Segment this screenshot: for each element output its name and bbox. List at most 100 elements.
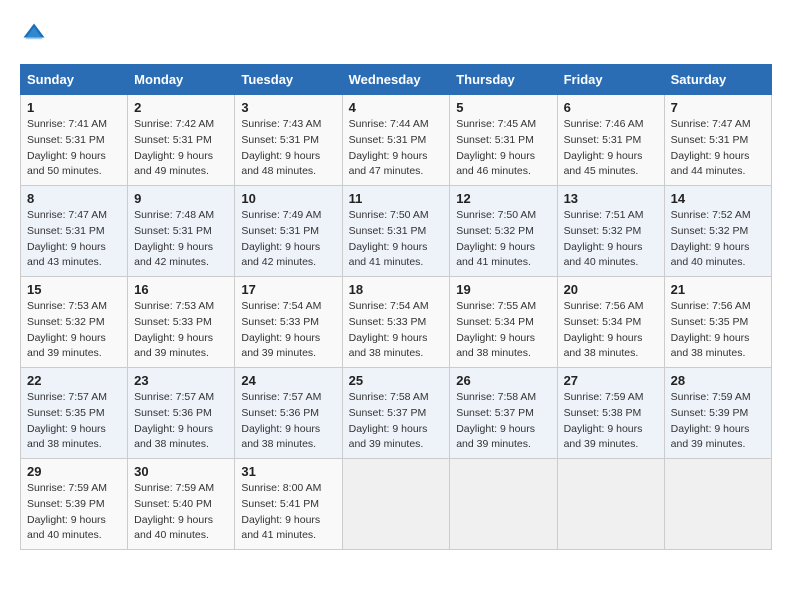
week-row-3: 15 Sunrise: 7:53 AMSunset: 5:32 PMDayligh… <box>21 277 772 368</box>
day-detail: Sunrise: 7:59 AMSunset: 5:40 PMDaylight:… <box>134 481 228 544</box>
day-number: 17 <box>241 282 335 297</box>
week-row-4: 22Sunrise: 7:57 AMSunset: 5:35 PMDayligh… <box>21 368 772 459</box>
calendar-cell <box>664 459 771 550</box>
day-detail: Sunrise: 7:57 AMSunset: 5:36 PMDaylight:… <box>241 390 335 453</box>
day-detail: Sunrise: 7:57 AMSunset: 5:36 PMDaylight:… <box>134 390 228 453</box>
calendar-cell: 15 Sunrise: 7:53 AMSunset: 5:32 PMDayligh… <box>21 277 128 368</box>
day-detail: Sunrise: 7:49 AMSunset: 5:31 PMDaylight:… <box>241 208 335 271</box>
day-number: 15 <box>27 282 121 297</box>
day-number: 18 <box>349 282 444 297</box>
calendar-cell: 10 Sunrise: 7:49 AMSunset: 5:31 PMDayligh… <box>235 186 342 277</box>
calendar-cell: 2 Sunrise: 7:42 AMSunset: 5:31 PMDaylight… <box>128 95 235 186</box>
calendar-cell: 17 Sunrise: 7:54 AMSunset: 5:33 PMDayligh… <box>235 277 342 368</box>
day-number: 2 <box>134 100 228 115</box>
day-detail: Sunrise: 7:47 AMSunset: 5:31 PMDaylight:… <box>27 208 121 271</box>
calendar-cell: 6Sunrise: 7:46 AMSunset: 5:31 PMDaylight… <box>557 95 664 186</box>
day-number: 1 <box>27 100 121 115</box>
day-detail: Sunrise: 8:00 AMSunset: 5:41 PMDaylight:… <box>241 481 335 544</box>
calendar-cell: 21Sunrise: 7:56 AMSunset: 5:35 PMDayligh… <box>664 277 771 368</box>
day-detail: Sunrise: 7:45 AMSunset: 5:31 PMDaylight:… <box>456 117 550 180</box>
calendar-cell: 20Sunrise: 7:56 AMSunset: 5:34 PMDayligh… <box>557 277 664 368</box>
calendar-cell: 29 Sunrise: 7:59 AMSunset: 5:39 PMDayligh… <box>21 459 128 550</box>
day-detail: Sunrise: 7:53 AMSunset: 5:33 PMDaylight:… <box>134 299 228 362</box>
calendar-table: SundayMondayTuesdayWednesdayThursdayFrid… <box>20 64 772 550</box>
week-row-1: 1 Sunrise: 7:41 AMSunset: 5:31 PMDaylight… <box>21 95 772 186</box>
calendar-cell: 1 Sunrise: 7:41 AMSunset: 5:31 PMDaylight… <box>21 95 128 186</box>
calendar-cell: 5 Sunrise: 7:45 AMSunset: 5:31 PMDaylight… <box>450 95 557 186</box>
calendar-cell: 19 Sunrise: 7:55 AMSunset: 5:34 PMDayligh… <box>450 277 557 368</box>
day-number: 22 <box>27 373 121 388</box>
day-detail: Sunrise: 7:50 AMSunset: 5:32 PMDaylight:… <box>456 208 550 271</box>
calendar-cell: 4 Sunrise: 7:44 AMSunset: 5:31 PMDaylight… <box>342 95 450 186</box>
calendar-cell: 28Sunrise: 7:59 AMSunset: 5:39 PMDayligh… <box>664 368 771 459</box>
calendar-cell: 26 Sunrise: 7:58 AMSunset: 5:37 PMDayligh… <box>450 368 557 459</box>
calendar-cell: 3 Sunrise: 7:43 AMSunset: 5:31 PMDaylight… <box>235 95 342 186</box>
day-detail: Sunrise: 7:54 AMSunset: 5:33 PMDaylight:… <box>241 299 335 362</box>
day-detail: Sunrise: 7:52 AMSunset: 5:32 PMDaylight:… <box>671 208 765 271</box>
calendar-cell: 25 Sunrise: 7:58 AMSunset: 5:37 PMDayligh… <box>342 368 450 459</box>
day-number: 11 <box>349 191 444 206</box>
day-number: 23 <box>134 373 228 388</box>
logo <box>20 20 52 48</box>
day-number: 6 <box>564 100 658 115</box>
calendar-cell: 18 Sunrise: 7:54 AMSunset: 5:33 PMDayligh… <box>342 277 450 368</box>
day-detail: Sunrise: 7:47 AMSunset: 5:31 PMDaylight:… <box>671 117 765 180</box>
day-number: 24 <box>241 373 335 388</box>
calendar-cell: 31 Sunrise: 8:00 AMSunset: 5:41 PMDayligh… <box>235 459 342 550</box>
calendar-cell <box>557 459 664 550</box>
day-detail: Sunrise: 7:44 AMSunset: 5:31 PMDaylight:… <box>349 117 444 180</box>
day-number: 4 <box>349 100 444 115</box>
day-detail: Sunrise: 7:56 AMSunset: 5:35 PMDaylight:… <box>671 299 765 362</box>
weekday-header-sunday: Sunday <box>21 65 128 95</box>
day-detail: Sunrise: 7:55 AMSunset: 5:34 PMDaylight:… <box>456 299 550 362</box>
day-detail: Sunrise: 7:58 AMSunset: 5:37 PMDaylight:… <box>456 390 550 453</box>
day-number: 9 <box>134 191 228 206</box>
calendar-cell: 24 Sunrise: 7:57 AMSunset: 5:36 PMDayligh… <box>235 368 342 459</box>
day-detail: Sunrise: 7:53 AMSunset: 5:32 PMDaylight:… <box>27 299 121 362</box>
day-number: 19 <box>456 282 550 297</box>
calendar-cell: 9 Sunrise: 7:48 AMSunset: 5:31 PMDaylight… <box>128 186 235 277</box>
day-number: 12 <box>456 191 550 206</box>
day-detail: Sunrise: 7:58 AMSunset: 5:37 PMDaylight:… <box>349 390 444 453</box>
calendar-cell: 11Sunrise: 7:50 AMSunset: 5:31 PMDayligh… <box>342 186 450 277</box>
week-row-2: 8 Sunrise: 7:47 AMSunset: 5:31 PMDaylight… <box>21 186 772 277</box>
day-number: 7 <box>671 100 765 115</box>
calendar-cell <box>450 459 557 550</box>
day-number: 8 <box>27 191 121 206</box>
day-number: 13 <box>564 191 658 206</box>
day-number: 26 <box>456 373 550 388</box>
day-detail: Sunrise: 7:41 AMSunset: 5:31 PMDaylight:… <box>27 117 121 180</box>
calendar-cell: 27Sunrise: 7:59 AMSunset: 5:38 PMDayligh… <box>557 368 664 459</box>
page-header <box>20 20 772 48</box>
weekday-header-row: SundayMondayTuesdayWednesdayThursdayFrid… <box>21 65 772 95</box>
day-number: 27 <box>564 373 658 388</box>
day-detail: Sunrise: 7:42 AMSunset: 5:31 PMDaylight:… <box>134 117 228 180</box>
day-detail: Sunrise: 7:48 AMSunset: 5:31 PMDaylight:… <box>134 208 228 271</box>
calendar-cell: 13 Sunrise: 7:51 AMSunset: 5:32 PMDayligh… <box>557 186 664 277</box>
day-detail: Sunrise: 7:43 AMSunset: 5:31 PMDaylight:… <box>241 117 335 180</box>
day-number: 28 <box>671 373 765 388</box>
calendar-cell <box>342 459 450 550</box>
day-detail: Sunrise: 7:54 AMSunset: 5:33 PMDaylight:… <box>349 299 444 362</box>
day-number: 20 <box>564 282 658 297</box>
day-detail: Sunrise: 7:59 AMSunset: 5:39 PMDaylight:… <box>27 481 121 544</box>
day-number: 14 <box>671 191 765 206</box>
day-number: 5 <box>456 100 550 115</box>
weekday-header-friday: Friday <box>557 65 664 95</box>
calendar-cell: 7 Sunrise: 7:47 AMSunset: 5:31 PMDaylight… <box>664 95 771 186</box>
day-detail: Sunrise: 7:51 AMSunset: 5:32 PMDaylight:… <box>564 208 658 271</box>
day-number: 3 <box>241 100 335 115</box>
day-number: 31 <box>241 464 335 479</box>
calendar-cell: 12 Sunrise: 7:50 AMSunset: 5:32 PMDayligh… <box>450 186 557 277</box>
week-row-5: 29 Sunrise: 7:59 AMSunset: 5:39 PMDayligh… <box>21 459 772 550</box>
day-number: 29 <box>27 464 121 479</box>
weekday-header-saturday: Saturday <box>664 65 771 95</box>
calendar-cell: 16Sunrise: 7:53 AMSunset: 5:33 PMDayligh… <box>128 277 235 368</box>
day-number: 25 <box>349 373 444 388</box>
weekday-header-thursday: Thursday <box>450 65 557 95</box>
logo-icon <box>20 20 48 48</box>
calendar-cell: 8 Sunrise: 7:47 AMSunset: 5:31 PMDaylight… <box>21 186 128 277</box>
weekday-header-wednesday: Wednesday <box>342 65 450 95</box>
day-number: 10 <box>241 191 335 206</box>
calendar-cell: 23 Sunrise: 7:57 AMSunset: 5:36 PMDayligh… <box>128 368 235 459</box>
